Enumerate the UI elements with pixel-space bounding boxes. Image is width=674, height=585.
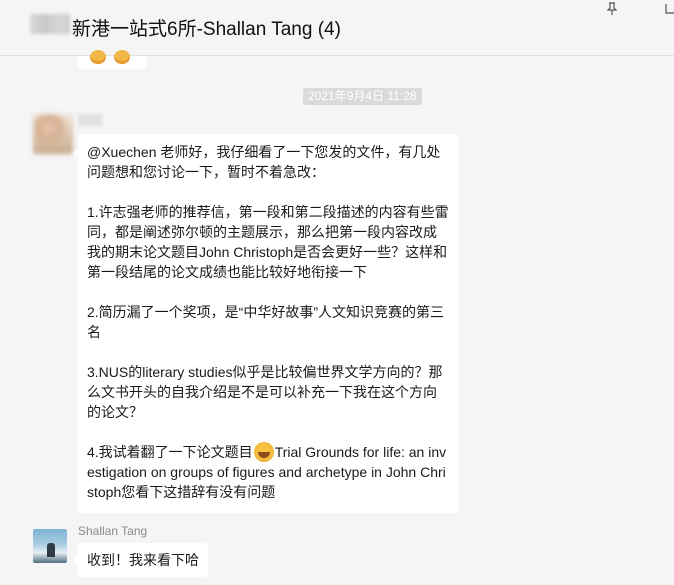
message-paragraph: 1.许志强老师的推荐信，第一段和第二段描述的内容有些雷同，都是阐述弥尔顿的主题展… (87, 204, 449, 280)
chat-header: 新港一站式6所-Shallan Tang (4) (0, 0, 674, 56)
message-list[interactable]: 2021年9月4日 11:28 @Xuechen 老师好，我仔细看了一下您发的文… (0, 50, 674, 585)
sender-name: Shallan Tang (78, 524, 148, 538)
chat-window: 新港一站式6所-Shallan Tang (4) 2021年9月4日 11:28… (0, 0, 674, 585)
message-paragraph: 3.NUS的literary studies似乎是比较偏世界文学方向的？那么文书… (87, 364, 443, 420)
grinning-sweat-emoji-icon (253, 442, 274, 462)
message-text: 4.我试着翻了一下论文题目 (87, 444, 253, 460)
emoji-icon (114, 50, 130, 64)
chat-title: 新港一站式6所-Shallan Tang (4) (72, 19, 341, 40)
emoji-icon (90, 50, 106, 64)
avatar[interactable] (33, 114, 73, 154)
previous-message-bubble (78, 50, 146, 69)
avatar[interactable] (33, 529, 67, 563)
blurred-sender-name (78, 114, 102, 126)
message-text: 收到！我来看下哈 (87, 552, 199, 568)
message-paragraph: @Xuechen 老师好，我仔细看了一下您发的文件，有几处问题想和您讨论一下，暂… (87, 144, 441, 180)
pin-icon[interactable] (606, 2, 618, 16)
message-paragraph: 4.我试着翻了一下论文题目 Trial Grounds for life: an … (87, 442, 450, 502)
message-bubble[interactable]: 收到！我来看下哈 (73, 543, 208, 577)
more-icon[interactable] (664, 2, 674, 16)
message-bubble[interactable]: @Xuechen 老师好，我仔细看了一下您发的文件，有几处问题想和您讨论一下，暂… (73, 134, 458, 513)
message-paragraph: 2.简历漏了一个奖项，是“中华好故事”人文知识竞赛的第三名 (87, 304, 444, 340)
blurred-avatar-placeholder (30, 14, 70, 34)
message-timestamp: 2021年9月4日 11:28 (303, 88, 422, 105)
